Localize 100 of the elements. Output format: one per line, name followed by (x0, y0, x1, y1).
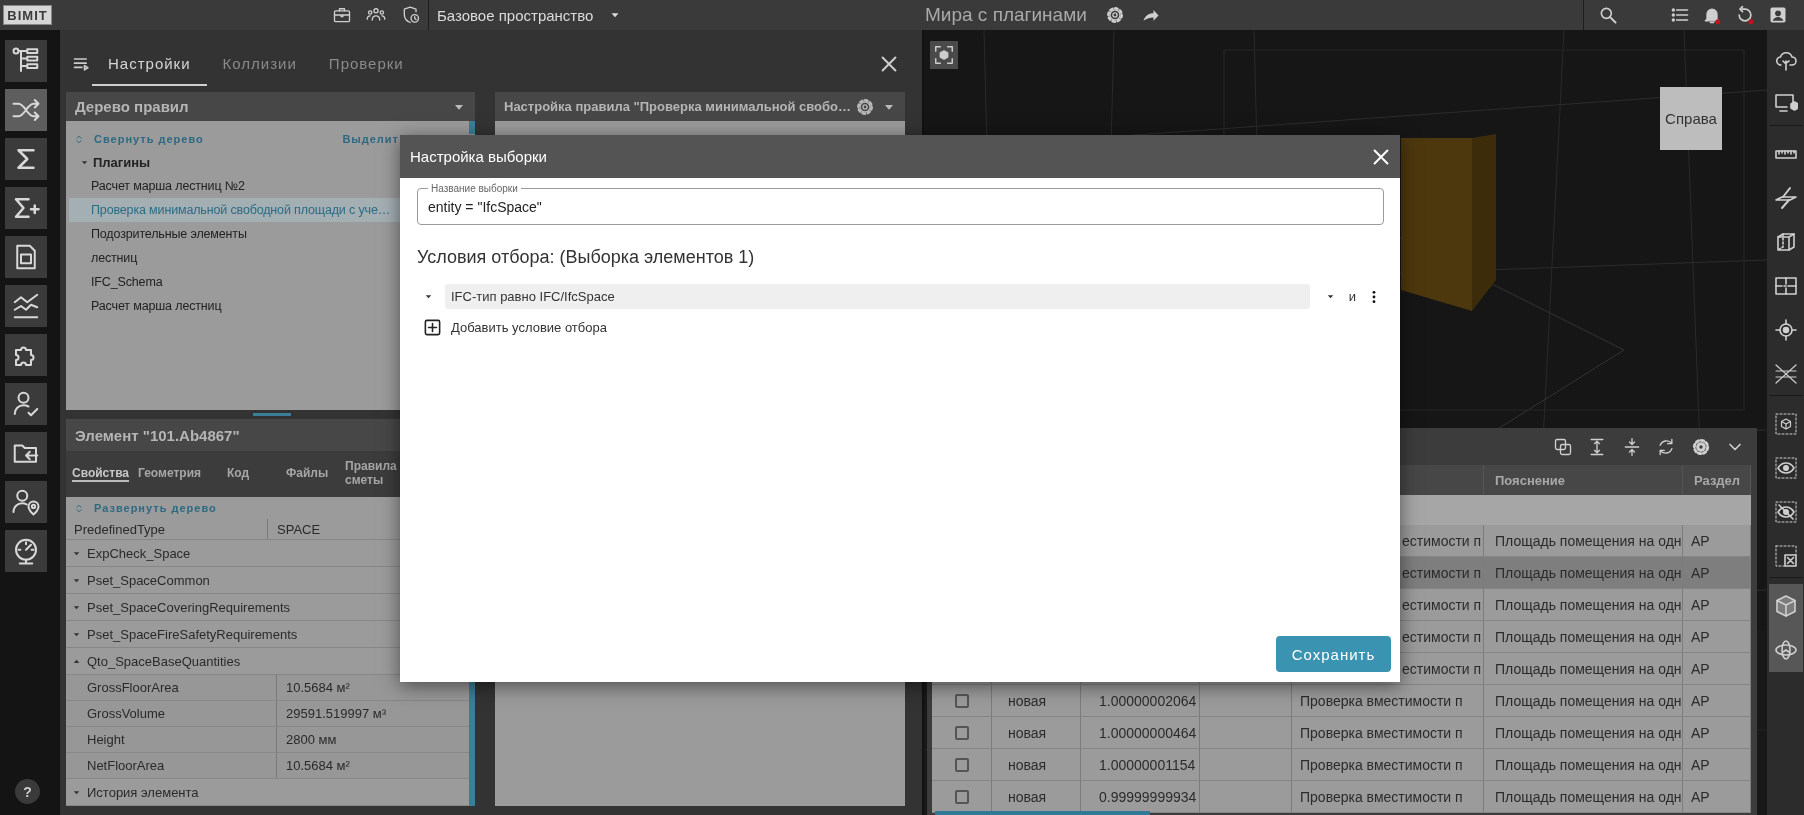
tree-item[interactable]: Подозрительные элементы (69, 222, 400, 246)
table-cell: Площадь помещения на одн (1484, 653, 1683, 685)
table-cell: Площадь помещения на одн (1484, 781, 1683, 813)
rail-button[interactable] (5, 89, 47, 131)
table-cell: 1.00000002064 (1081, 685, 1200, 717)
property-name: GrossFloorArea (66, 675, 277, 700)
text-input[interactable]: entity = "IfcSpace" (428, 194, 1373, 220)
tab[interactable]: Коллизии (206, 42, 313, 86)
rail-button[interactable] (5, 236, 47, 278)
save-button[interactable]: Сохранить (1276, 636, 1391, 672)
section-heading: Условия отбора: (Выборка элементов 1) (417, 247, 756, 268)
table-cell: Площадь помещения на одн (1484, 749, 1683, 781)
column-header[interactable]: Пояснение (1484, 465, 1683, 495)
table-cell: Площадь помещения на одн (1484, 685, 1683, 717)
tool-button[interactable] (1768, 628, 1803, 672)
cube-select-icon (1773, 412, 1798, 436)
tab[interactable]: Геометрия (138, 465, 202, 483)
tab[interactable]: Свойства (72, 465, 130, 483)
panel-title: Элемент "101.Ab4867" (75, 426, 240, 444)
property-name: PredefinedType (66, 519, 268, 539)
table-cell: Проверка вместимости п (1292, 781, 1484, 813)
settings-icon[interactable] (1690, 436, 1711, 457)
rail-button[interactable] (5, 530, 47, 572)
tree-item[interactable]: Расчет марша лестниц (69, 294, 400, 318)
scrollbar-thumb[interactable] (469, 682, 475, 806)
checkbox[interactable] (954, 789, 969, 804)
rail-button[interactable] (5, 138, 47, 180)
property-value: SPACE (276, 521, 322, 537)
shield-clock-icon[interactable] (401, 5, 421, 25)
checkbox[interactable] (954, 757, 969, 772)
rail-button[interactable] (5, 432, 47, 474)
rail-button[interactable] (5, 334, 47, 376)
checkbox[interactable] (954, 693, 969, 708)
table-cell: новая (992, 749, 1081, 781)
property-group[interactable]: Pset_SpaceCommon (87, 572, 210, 588)
section-plane-icon (1773, 186, 1798, 210)
history-icon[interactable] (1735, 5, 1755, 25)
property-value: 2800 мм (285, 732, 338, 747)
fullscreen-icon (933, 44, 955, 66)
table-cell: АР (1683, 557, 1751, 589)
scrollbar-thumb[interactable] (469, 121, 475, 134)
settings-icon[interactable] (855, 96, 875, 117)
table-cell: Проверка вместимости п (1292, 685, 1484, 717)
property-name: Height (66, 727, 277, 752)
checkbox[interactable] (954, 725, 969, 740)
property-value: 10.5684 м² (285, 680, 351, 695)
table-cell: 1.00000001154 (1081, 749, 1200, 781)
rail-button[interactable] (5, 187, 47, 229)
tab[interactable]: Код (227, 465, 250, 483)
add-condition-button[interactable]: Добавить условие отбора (423, 318, 607, 337)
table-cell: АР (1683, 525, 1751, 557)
rail-button[interactable] (5, 481, 47, 523)
fullscreen-button[interactable] (930, 41, 958, 69)
table-cell: АР (1683, 653, 1751, 685)
project-title: Мира с плагинами (925, 4, 1087, 26)
rail-button[interactable] (5, 285, 47, 327)
search-icon[interactable] (1598, 5, 1618, 25)
user-check-icon (11, 389, 41, 419)
rail-button[interactable] (5, 383, 47, 425)
table-cell: Площадь помещения на одн (1484, 557, 1683, 589)
name-field[interactable]: Название выборки entity = "IfcSpace" (417, 183, 1384, 225)
field-label: Название выборки (430, 183, 519, 194)
tab[interactable]: Настройки (92, 42, 207, 86)
settings-icon[interactable] (1104, 5, 1125, 25)
panel-title: Настройка правила "Проверка минимальной свобо… (504, 99, 851, 114)
tree-item[interactable]: лестниц (69, 246, 400, 270)
tab[interactable]: Правила сметы (345, 458, 401, 490)
operator-label: и (1348, 289, 1356, 304)
property-group[interactable]: Pset_SpaceFireSafetyRequirements (87, 626, 298, 642)
briefcase-icon[interactable] (332, 5, 352, 25)
column-header[interactable]: Раздел (1683, 465, 1751, 495)
tree-item[interactable]: Расчет марша лестниц №2 (69, 174, 400, 198)
table-cell: 0.99999999934 (1081, 781, 1200, 813)
tree-folder[interactable]: Плагины (93, 154, 151, 170)
property-value: 10.5684 м² (285, 758, 351, 773)
cube-icon (1773, 594, 1798, 618)
property-name: GrossVolume (66, 701, 277, 726)
copy-icon[interactable] (1552, 436, 1573, 457)
table-cell: Площадь помещения на одн (1484, 525, 1683, 557)
condition-field[interactable]: IFC-тип равно IFC/IfcSpace (445, 284, 1310, 309)
tree-item[interactable]: IFC_Schema (69, 270, 400, 294)
view-cube[interactable]: Справа (1660, 87, 1722, 150)
tab[interactable]: Файлы (286, 465, 329, 483)
user-pin-icon (11, 487, 41, 517)
tab[interactable]: Проверки (312, 42, 420, 86)
property-group[interactable]: Pset_SpaceCoveringRequirements (87, 599, 291, 615)
scrollbar-thumb[interactable] (935, 811, 1150, 815)
table-cell: АР (1683, 781, 1751, 813)
tool-button[interactable] (1768, 584, 1803, 628)
resize-handle[interactable] (253, 413, 291, 416)
list-icon[interactable] (1670, 5, 1690, 25)
property-group[interactable]: История элемента (87, 784, 199, 800)
help-button[interactable]: ? (15, 779, 40, 804)
rail-button[interactable] (5, 40, 47, 82)
table-cell: новая (992, 781, 1081, 813)
workspace-dropdown[interactable]: Базовое пространство (437, 0, 622, 30)
tree-item[interactable]: Проверка минимальной свободной площади с уче… (69, 198, 400, 222)
account-icon[interactable] (1768, 5, 1788, 25)
property-group[interactable]: ExpCheck_Space (87, 545, 191, 561)
property-group[interactable]: Qto_SpaceBaseQuantities (87, 653, 241, 669)
